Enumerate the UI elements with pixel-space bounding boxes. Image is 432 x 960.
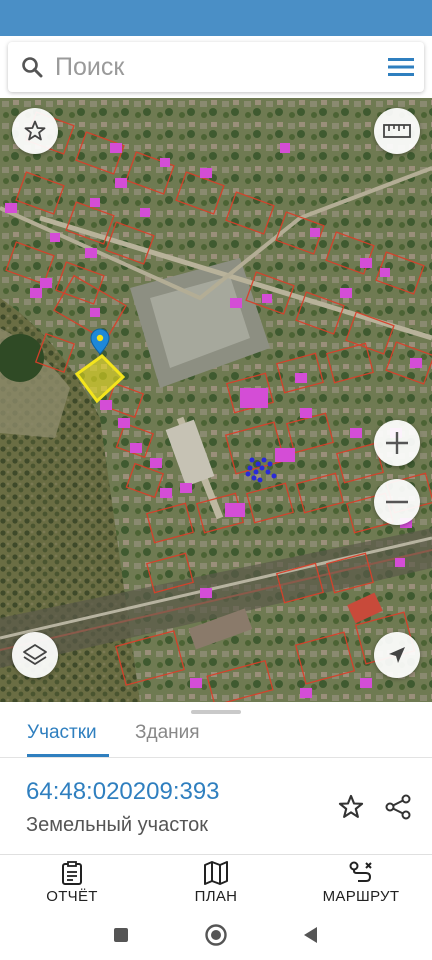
layers-icon xyxy=(23,644,47,665)
tab-buildings[interactable]: Здания xyxy=(135,718,200,756)
triangle-icon xyxy=(304,927,317,943)
search-input[interactable] xyxy=(55,47,377,87)
favorite-parcel-button[interactable] xyxy=(336,792,366,822)
plan-button[interactable]: ПЛАН xyxy=(176,855,256,911)
star-icon xyxy=(338,794,364,818)
report-label: ОТЧЁТ xyxy=(46,888,98,905)
ruler-button[interactable] xyxy=(374,108,420,154)
locate-button[interactable] xyxy=(374,632,420,678)
zoom-out-button[interactable] xyxy=(374,479,420,525)
search-box xyxy=(8,42,424,92)
menu-button[interactable] xyxy=(377,42,424,92)
route-button[interactable]: МАРШРУТ xyxy=(306,855,416,911)
report-button[interactable]: ОТЧЁТ xyxy=(32,855,112,911)
square-icon xyxy=(114,928,128,942)
circle-icon xyxy=(205,924,227,946)
zoom-in-button[interactable] xyxy=(374,420,420,466)
plan-label: ПЛАН xyxy=(194,888,238,905)
recents-button[interactable] xyxy=(108,922,134,948)
minus-icon xyxy=(386,500,408,504)
home-button[interactable] xyxy=(203,922,229,948)
back-button[interactable] xyxy=(298,922,324,948)
route-label: МАРШРУТ xyxy=(322,888,400,905)
favorite-map-button[interactable] xyxy=(12,108,58,154)
hamburger-icon xyxy=(387,58,414,76)
ruler-icon xyxy=(383,124,411,138)
share-button[interactable] xyxy=(383,792,413,822)
active-tab-indicator xyxy=(27,754,109,757)
tab-parcels[interactable]: Участки xyxy=(27,718,97,756)
plus-icon xyxy=(386,432,408,454)
satellite-map-image xyxy=(0,98,432,702)
clipboard-icon xyxy=(62,861,82,885)
tab-bar: Участки Здания xyxy=(0,714,432,758)
map-icon xyxy=(204,861,228,885)
bottom-navigation: ОТЧЁТ ПЛАН МАРШРУТ xyxy=(0,854,432,910)
share-icon xyxy=(385,794,411,820)
search-icon xyxy=(8,42,55,92)
status-bar xyxy=(0,0,432,36)
star-icon xyxy=(24,120,46,141)
system-navigation-bar xyxy=(0,910,432,960)
map-view[interactable] xyxy=(0,98,432,702)
search-bar xyxy=(0,36,432,98)
navigation-arrow-icon xyxy=(389,647,405,663)
parcel-type: Земельный участок xyxy=(26,814,209,836)
route-icon xyxy=(349,861,372,882)
cadastral-number[interactable]: 64:48:020209:393 xyxy=(26,778,220,806)
layers-button[interactable] xyxy=(12,632,58,678)
bottom-sheet: Участки Здания 64:48:020209:393 Земельны… xyxy=(0,702,432,854)
